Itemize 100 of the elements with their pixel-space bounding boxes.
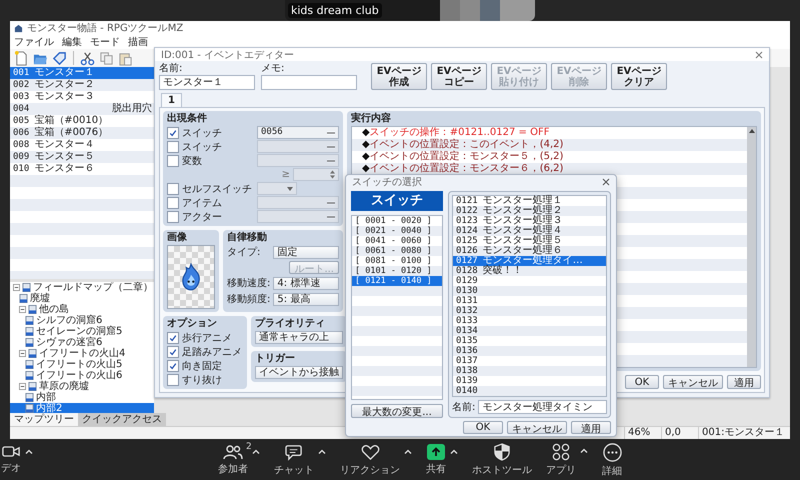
page-button[interactable]: EVページ作成 bbox=[371, 63, 427, 90]
frequency-dropdown[interactable]: 5: 最高 bbox=[273, 292, 339, 306]
checkbox[interactable] bbox=[167, 196, 179, 208]
switch-list-item[interactable]: 0124 モンスター処理４ bbox=[453, 226, 606, 236]
group-list-item[interactable]: [ 0041 - 0060 ] bbox=[352, 236, 442, 246]
switch-list-item[interactable]: 0122 モンスター処理２ bbox=[453, 206, 606, 216]
event-list-item[interactable]: 003 モンスター３ bbox=[10, 91, 154, 103]
tree-item[interactable]: シヴァの迷宮6 bbox=[10, 337, 154, 348]
toolbar-button[interactable]: デオ bbox=[1, 444, 21, 475]
switch-list-item[interactable]: 0125 モンスター処理５ bbox=[453, 236, 606, 246]
command-line[interactable]: ◆イベントの位置設定：モンスター５，(5,2) bbox=[352, 151, 747, 163]
checkbox[interactable] bbox=[167, 140, 179, 152]
tree-item[interactable]: 草原の廃墟 bbox=[10, 381, 154, 392]
page-button[interactable]: EVページコピー bbox=[431, 63, 487, 90]
switch-list-item[interactable]: 0127 モンスター処理タイ… bbox=[453, 256, 606, 266]
group-list-item[interactable]: [ 0061 - 0080 ] bbox=[352, 246, 442, 256]
switch-list-item[interactable]: 0129 bbox=[453, 276, 606, 286]
scrollbar[interactable] bbox=[747, 127, 756, 367]
group-list-item[interactable]: [ 0081 - 0100 ] bbox=[352, 256, 442, 266]
chevron-up-icon[interactable] bbox=[252, 449, 260, 454]
switch-list-item[interactable]: 0132 bbox=[453, 306, 606, 316]
toolbar-button[interactable]: 詳細 bbox=[602, 442, 622, 478]
group-list-item[interactable]: [ 0101 - 0120 ] bbox=[352, 266, 442, 276]
memo-field[interactable] bbox=[261, 75, 357, 90]
movement-type-dropdown[interactable]: 固定 bbox=[273, 246, 339, 258]
menu-item[interactable]: ファイル bbox=[14, 35, 54, 49]
tree-item[interactable]: 他の島 bbox=[10, 304, 154, 315]
menu-item[interactable]: 編集 bbox=[62, 35, 82, 49]
switch-list-item[interactable]: 0137 bbox=[453, 356, 606, 366]
checkbox[interactable] bbox=[167, 346, 179, 358]
event-list-item[interactable]: 001 モンスター１ bbox=[10, 67, 154, 79]
checkbox[interactable] bbox=[167, 210, 179, 222]
checkbox[interactable] bbox=[167, 154, 179, 166]
switch-field[interactable]: 0056 bbox=[257, 126, 339, 139]
close-icon[interactable] bbox=[602, 178, 610, 186]
chevron-up-icon[interactable] bbox=[318, 448, 326, 454]
max-count-button[interactable]: 最大数の変更... bbox=[351, 404, 443, 418]
collapse-icon[interactable] bbox=[19, 306, 26, 313]
checkbox[interactable] bbox=[167, 126, 179, 138]
dialog-button[interactable]: 適用 bbox=[571, 421, 611, 434]
tree-item[interactable]: 内部 bbox=[10, 392, 154, 403]
tree-item[interactable]: イフリートの火山4 bbox=[10, 348, 154, 359]
switch-list-item[interactable]: 0133 bbox=[453, 316, 606, 326]
priority-dropdown[interactable]: 通常キャラの上 bbox=[255, 331, 343, 344]
speed-dropdown[interactable]: 4: 標準速 bbox=[273, 276, 339, 290]
close-icon[interactable] bbox=[755, 50, 763, 58]
switch-list-item[interactable]: 0136 bbox=[453, 346, 606, 356]
self-switch-dropdown[interactable] bbox=[257, 182, 297, 195]
switch-list-item[interactable]: 0130 bbox=[453, 286, 606, 296]
trigger-dropdown[interactable]: イベントから接触 bbox=[255, 366, 343, 379]
command-line[interactable]: ◆イベントの位置設定：モンスター６，(6,2) bbox=[352, 163, 747, 175]
actor-field[interactable] bbox=[257, 210, 339, 223]
switch-list-item[interactable]: 0135 bbox=[453, 336, 606, 346]
tree-item[interactable]: イフリートの火山5 bbox=[10, 359, 154, 370]
switch-field[interactable] bbox=[257, 140, 339, 153]
pane-tab[interactable]: マップツリー bbox=[10, 413, 78, 426]
new-page-icon[interactable] bbox=[14, 50, 29, 66]
scroll-up-icon[interactable] bbox=[748, 129, 754, 133]
group-list-item[interactable]: [ 0021 - 0040 ] bbox=[352, 226, 442, 236]
chevron-up-icon[interactable] bbox=[404, 448, 412, 454]
menu-item[interactable]: 描画 bbox=[128, 35, 148, 49]
toolbar-button[interactable]: アプリ bbox=[546, 443, 576, 477]
tree-item[interactable]: 廃墟 bbox=[10, 293, 154, 304]
paste-icon[interactable] bbox=[118, 50, 133, 66]
checkbox[interactable] bbox=[167, 332, 179, 344]
switch-list-item[interactable]: 0128 突破！！ bbox=[453, 266, 606, 276]
chevron-up-icon[interactable] bbox=[25, 449, 33, 454]
switch-list-item[interactable]: 0140 bbox=[453, 386, 606, 396]
tree-item[interactable]: イフリートの火山6 bbox=[10, 370, 154, 381]
dialog-button[interactable]: キャンセル bbox=[507, 421, 567, 434]
group-list-item[interactable]: [ 0121 - 0140 ] bbox=[352, 276, 442, 286]
toolbar-button[interactable]: 共有 bbox=[426, 444, 446, 476]
switch-list-item[interactable]: 0126 モンスター処理６ bbox=[453, 246, 606, 256]
chevron-up-icon[interactable] bbox=[450, 449, 458, 454]
scissors-icon[interactable] bbox=[80, 50, 95, 66]
checkbox[interactable] bbox=[167, 374, 179, 386]
checkbox[interactable] bbox=[167, 360, 179, 372]
toolbar-button[interactable]: チャット bbox=[274, 444, 314, 476]
collapse-icon[interactable] bbox=[19, 383, 26, 390]
switch-list-item[interactable]: 0121 モンスター処理１ bbox=[453, 196, 606, 206]
event-list-item[interactable]: 010 モンスター６ bbox=[10, 163, 154, 175]
toolbar-button[interactable]: リアクション bbox=[340, 444, 400, 476]
menu-item[interactable]: モード bbox=[90, 35, 120, 49]
collapse-icon[interactable] bbox=[19, 350, 26, 357]
switch-list-item[interactable]: 0131 bbox=[453, 296, 606, 306]
dialog-button[interactable]: OK bbox=[625, 375, 659, 389]
chevron-up-icon[interactable] bbox=[580, 448, 588, 453]
event-list-item[interactable]: 008 モンスター４ bbox=[10, 139, 154, 151]
pane-tab[interactable]: クイックアクセス bbox=[78, 413, 166, 426]
tree-item[interactable]: 内部2 bbox=[10, 403, 154, 413]
toolbar-button[interactable]: ホストツール bbox=[472, 443, 532, 477]
checkbox[interactable] bbox=[167, 182, 179, 194]
dialog-button[interactable]: OK bbox=[463, 421, 503, 434]
switch-list-item[interactable]: 0138 bbox=[453, 366, 606, 376]
command-line[interactable]: ◆スイッチの操作：#0121..0127 = OFF bbox=[352, 127, 747, 139]
switch-list-item[interactable]: 0123 モンスター処理３ bbox=[453, 216, 606, 226]
switch-list-item[interactable]: 0134 bbox=[453, 326, 606, 336]
command-line[interactable]: ◆イベントの位置設定：このイベント，(4,2) bbox=[352, 139, 747, 151]
switch-name-field[interactable]: モンスター処理タイミン bbox=[478, 400, 607, 414]
tree-item[interactable]: シルフの洞窟6 bbox=[10, 315, 154, 326]
